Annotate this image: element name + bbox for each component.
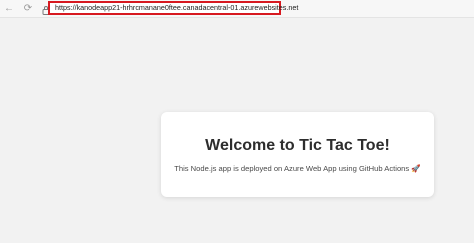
reload-icon[interactable]: ⟳ — [22, 3, 34, 15]
welcome-card: Welcome to Tic Tac Toe! This Node.js app… — [161, 112, 434, 197]
page-title: Welcome to Tic Tac Toe! — [205, 137, 390, 154]
browser-toolbar: ← ⟳ https://kanodeapp21-hrhrcmanane0ftee… — [0, 0, 474, 18]
address-bar[interactable]: https://kanodeapp21-hrhrcmanane0ftee.can… — [48, 1, 298, 15]
back-arrow-icon[interactable]: ← — [3, 3, 15, 15]
url-text[interactable]: https://kanodeapp21-hrhrcmanane0ftee.can… — [55, 3, 298, 13]
page-subtitle: This Node.js app is deployed on Azure We… — [174, 164, 421, 173]
